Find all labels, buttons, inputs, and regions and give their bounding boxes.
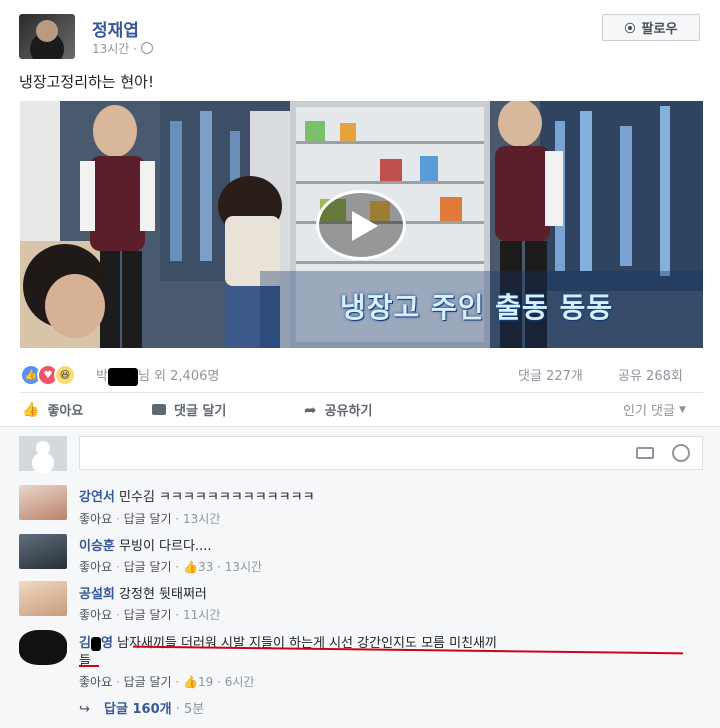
video-caption: 냉장고 주인 출동 동동 [340, 291, 614, 324]
share-label: 공유하기 [324, 404, 373, 419]
reaction-summary: 👍 ♥ 😆 박 님 외 2,406명 댓글 227개 공유 268회 [20, 362, 703, 386]
commenter-avatar[interactable] [19, 581, 67, 616]
commenter-avatar-redacted[interactable] [19, 630, 67, 665]
follow-label: 팔로우 [641, 22, 678, 37]
follow-button[interactable]: ⦿ 팔로우 [602, 14, 700, 41]
comment-body: 강연서 민수김 ㅋㅋㅋㅋㅋㅋㅋㅋㅋㅋㅋㅋㅋ [79, 486, 315, 505]
comment-reply-link[interactable]: 답글 달기 [124, 512, 172, 526]
comment-sort-dropdown[interactable]: 인기 댓글 ▼ [623, 400, 686, 419]
comment-input[interactable] [79, 436, 703, 470]
comment-text: 강정현 뒷태쩌러 [119, 587, 207, 602]
comment-text: 민수김 ㅋㅋㅋㅋㅋㅋㅋㅋㅋㅋㅋㅋㅋ [119, 490, 315, 505]
redacted-mark [90, 636, 101, 651]
red-annotation-underline [79, 665, 99, 667]
comment-body: 공설희 강정현 뒷태쩌러 [79, 583, 207, 602]
author-suffix: 영 [100, 636, 113, 651]
shares-count[interactable]: 공유 268회 [618, 365, 683, 384]
reaction-name-suffix: 님 외 2,406명 [137, 369, 220, 384]
comment-like-count[interactable]: 👍19 [183, 675, 213, 689]
thumbs-up-icon: 👍 [183, 675, 198, 689]
comment-button[interactable]: 댓글 달기 [152, 400, 226, 419]
video-player[interactable]: 냉장고 주인 출동 동동 [20, 101, 703, 348]
comment-reply-link[interactable]: 답글 달기 [124, 560, 172, 574]
comment-reply-link[interactable]: 답글 달기 [124, 608, 172, 622]
comment-author[interactable]: 이승훈 [79, 539, 115, 554]
comment-time[interactable]: 13시간 [183, 512, 220, 526]
rss-icon: ⦿ [624, 21, 636, 35]
globe-icon [140, 42, 153, 54]
post-author-name[interactable]: 정재엽 [92, 16, 139, 41]
thumbs-up-icon: 👍 [183, 560, 198, 574]
reaction-name-prefix: 박 [96, 369, 108, 384]
comment-like-link[interactable]: 좋아요 [79, 560, 112, 574]
author-avatar[interactable] [19, 14, 75, 59]
post-time[interactable]: 13시간 [92, 42, 129, 56]
replies-time: 5분 [184, 702, 205, 717]
redacted-mark [107, 367, 138, 386]
comment-actions: 좋아요 · 답글 달기 · 11시간 [79, 608, 221, 622]
comment-time[interactable]: 11시간 [183, 608, 220, 622]
share-arrow-icon: ➦ [304, 400, 317, 419]
comment-like-link[interactable]: 좋아요 [79, 512, 112, 526]
comment-like-link[interactable]: 좋아요 [79, 675, 112, 689]
share-button[interactable]: ➦ 공유하기 [304, 400, 373, 420]
author-prefix: 김 [79, 636, 91, 651]
comment-actions: 좋아요 · 답글 달기 · 13시간 [79, 512, 221, 526]
haha-reaction-icon: 😆 [54, 364, 76, 386]
comment-author[interactable]: 공설희 [79, 587, 115, 602]
comment-body: 이승훈 무빙이 다르다.... [79, 535, 211, 554]
comment-label: 댓글 달기 [174, 404, 227, 419]
comment-actions: 좋아요 · 답글 달기 · 👍33 · 13시간 [79, 560, 263, 574]
view-replies-link[interactable]: ↪ 답글 160개 · 5분 [79, 698, 204, 717]
thumbs-up-icon: 👍 [22, 401, 40, 418]
comment-actions: 좋아요 · 답글 달기 · 👍19 · 6시간 [79, 675, 255, 689]
like-count-value: 19 [197, 675, 214, 689]
comment-author[interactable]: 김영 [79, 636, 113, 651]
sort-label: 인기 댓글 [623, 404, 675, 419]
reply-arrow-icon: ↪ [79, 702, 90, 717]
replies-count: 답글 160개 [104, 702, 172, 717]
comment-like-link[interactable]: 좋아요 [79, 608, 112, 622]
post-meta: 13시간 · [92, 40, 153, 57]
comment-time[interactable]: 13시간 [225, 560, 262, 574]
divider [20, 392, 703, 393]
like-count-value: 33 [197, 560, 214, 574]
commenter-avatar[interactable] [19, 534, 67, 569]
play-button-icon[interactable] [316, 190, 406, 260]
reaction-names[interactable]: 박 님 외 2,406명 [96, 365, 219, 386]
post-action-bar: 👍 좋아요 댓글 달기 ➦ 공유하기 인기 댓글 ▼ [20, 400, 703, 422]
commenter-avatar[interactable] [19, 485, 67, 520]
camera-icon[interactable] [636, 447, 654, 459]
like-button[interactable]: 👍 좋아요 [22, 400, 84, 420]
post-text: 냉장고정리하는 현아! [19, 73, 154, 91]
viewer-avatar [19, 436, 67, 471]
comment-like-count[interactable]: 👍33 [183, 560, 213, 574]
comment-time[interactable]: 6시간 [225, 675, 255, 689]
reaction-icons[interactable]: 👍 ♥ 😆 [20, 364, 76, 386]
chevron-down-icon: ▼ [678, 404, 686, 415]
speech-bubble-icon [152, 404, 166, 415]
comments-count[interactable]: 댓글 227개 [518, 365, 583, 384]
comment-author[interactable]: 강연서 [79, 490, 115, 505]
comment-reply-link[interactable]: 답글 달기 [124, 675, 172, 689]
like-label: 좋아요 [47, 404, 84, 419]
comment-text: 무빙이 다르다.... [119, 539, 212, 554]
emoji-icon[interactable] [672, 444, 690, 462]
